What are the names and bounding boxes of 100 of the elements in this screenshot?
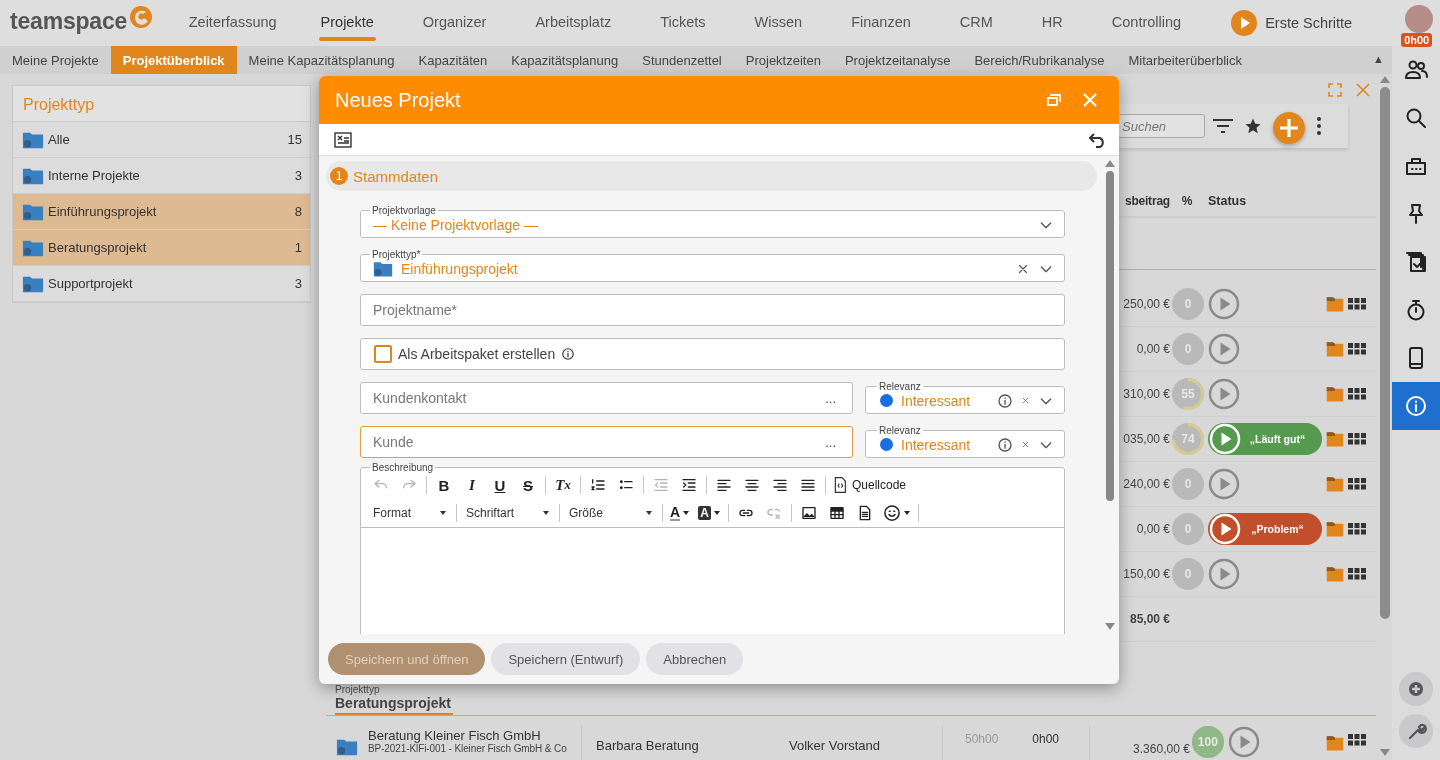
- list-item[interactable]: Einführungsprojekt 8: [13, 194, 310, 230]
- people-icon: [1404, 58, 1428, 82]
- add-circle-button[interactable]: [1399, 672, 1433, 706]
- grid-icon[interactable]: [1348, 388, 1366, 400]
- folder-icon[interactable]: [1326, 520, 1344, 538]
- tab[interactable]: Stundenzettel: [630, 46, 734, 74]
- font-dropdown[interactable]: Schriftart: [460, 501, 556, 524]
- source-code-button[interactable]: Quellcode: [829, 474, 911, 496]
- more-icon[interactable]: [1316, 116, 1322, 136]
- grid-icon[interactable]: [1348, 523, 1366, 535]
- table-cell-text: 0h00: [1032, 732, 1059, 748]
- strike-button[interactable]: S: [514, 474, 542, 496]
- grid-icon[interactable]: [1348, 298, 1366, 310]
- field-label: Beschreibung: [371, 462, 435, 473]
- undo-icon[interactable]: [1089, 131, 1107, 148]
- nav-link[interactable]: Wissen: [754, 2, 803, 44]
- list-item[interactable]: Supportprojekt 3: [13, 266, 310, 302]
- list-item[interactable]: Alle 15: [13, 122, 310, 158]
- nav-link[interactable]: CRM: [959, 2, 993, 44]
- item-label: Supportprojekt: [48, 276, 134, 291]
- project-name[interactable]: Beratung Kleiner Fisch GmbH: [368, 728, 567, 743]
- select-field[interactable]: Relevanz Interessant: [865, 381, 1065, 414]
- table-cell-text: Barbara Beratung: [595, 737, 700, 753]
- folder-icon[interactable]: [1326, 385, 1344, 403]
- info-icon[interactable]: [997, 392, 1013, 409]
- item-label: Alle: [48, 132, 71, 147]
- progress-ring: [1191, 726, 1224, 758]
- checkbox[interactable]: [374, 345, 392, 363]
- tab[interactable]: Projektzeiten: [733, 46, 833, 74]
- italic-button[interactable]: I: [458, 474, 486, 496]
- folder-icon[interactable]: [1326, 295, 1344, 313]
- select-field[interactable]: Projektvorlage — Keine Projektvorlage —: [360, 205, 1065, 238]
- select-field[interactable]: Projekttyp* Einführungsprojekt: [360, 249, 1065, 282]
- code-file-icon: [833, 477, 847, 493]
- tab[interactable]: Kapazitätsplanung: [499, 46, 631, 74]
- text-color-button[interactable]: A: [666, 501, 695, 524]
- checklist-icon[interactable]: [334, 131, 352, 148]
- grid-icon[interactable]: [1348, 734, 1366, 746]
- lookup-field[interactable]: Kundenkontakt ...: [360, 382, 853, 414]
- checkbox-label: Als Arbeitspaket erstellen: [398, 346, 556, 362]
- nav-link[interactable]: Projekte: [320, 2, 374, 44]
- grid-icon[interactable]: [1348, 343, 1366, 355]
- section-title: Stammdaten: [353, 167, 439, 185]
- nav-link[interactable]: Tickets: [660, 2, 706, 44]
- nav-link[interactable]: Arbeitsplatz: [535, 2, 612, 44]
- folder-icon[interactable]: [1326, 565, 1344, 583]
- more-button[interactable]: ...: [825, 390, 836, 406]
- column-header[interactable]: %: [1170, 194, 1204, 208]
- folder-icon[interactable]: [1326, 430, 1344, 448]
- nav-link[interactable]: Finanzen: [851, 2, 911, 44]
- tab[interactable]: Kapazitäten: [406, 46, 500, 74]
- collapse-button[interactable]: ▲: [1373, 46, 1384, 74]
- nav-link[interactable]: HR: [1041, 2, 1063, 44]
- nav-link[interactable]: Controlling: [1111, 2, 1182, 44]
- size-dropdown[interactable]: Größe: [563, 501, 659, 524]
- folder-icon[interactable]: [1326, 340, 1344, 358]
- dialog-button[interactable]: Speichern (Entwurf): [491, 643, 641, 675]
- status-button[interactable]: „Problem“: [1208, 513, 1322, 545]
- underline-button[interactable]: U: [486, 474, 514, 496]
- progress-ring: [1172, 288, 1204, 320]
- info-icon[interactable]: [561, 347, 576, 361]
- indent-icon: [681, 477, 697, 493]
- tab[interactable]: Bereich/Rubrikanalyse: [962, 46, 1117, 74]
- grid-icon[interactable]: [1348, 568, 1366, 580]
- clear-icon[interactable]: [1021, 440, 1030, 449]
- select-field[interactable]: Relevanz Interessant: [865, 425, 1065, 458]
- tab[interactable]: Mitarbeiterüberblick: [1116, 46, 1254, 74]
- grid-icon[interactable]: [1348, 433, 1366, 445]
- smiley-icon: [882, 503, 901, 522]
- tab[interactable]: Projektzeitanalyse: [832, 46, 963, 74]
- bold-button[interactable]: B: [430, 474, 458, 496]
- wrench-button[interactable]: [1399, 714, 1433, 748]
- list-item[interactable]: Beratungsprojekt 1: [13, 230, 310, 266]
- background-color-button[interactable]: A: [694, 501, 725, 524]
- more-button[interactable]: ...: [825, 434, 836, 450]
- amount-cell-text: 310,00 €: [1122, 387, 1170, 401]
- column-header[interactable]: Status: [1208, 194, 1326, 208]
- format-dropdown[interactable]: Format: [367, 501, 453, 524]
- progress-value: 100: [1197, 735, 1218, 749]
- table-cell-text: 50h00: [965, 732, 999, 748]
- lookup-field[interactable]: Kunde ...: [360, 426, 853, 458]
- add-button[interactable]: [1272, 111, 1306, 145]
- progress-ring: [1172, 468, 1204, 500]
- tab[interactable]: Meine Projekte: [0, 46, 111, 74]
- info-icon[interactable]: [997, 436, 1013, 453]
- grid-icon[interactable]: [1348, 478, 1366, 490]
- folder-icon[interactable]: [1326, 734, 1344, 752]
- filter-icon[interactable]: [1212, 117, 1234, 135]
- caret-icon: [712, 508, 721, 517]
- item-label: Beratungsprojekt: [48, 240, 148, 255]
- getting-started-link[interactable]: Erste Schritte: [1230, 9, 1353, 37]
- tab[interactable]: Meine Kapazitätsplanung: [236, 46, 407, 74]
- text-field[interactable]: Projektname*: [360, 294, 1065, 326]
- clear-icon[interactable]: [1021, 396, 1030, 405]
- star-icon[interactable]: [1244, 117, 1262, 135]
- nav-link[interactable]: Organizer: [422, 2, 487, 44]
- dialog-button[interactable]: Abbrechen: [646, 643, 744, 675]
- folder-icon[interactable]: [1326, 475, 1344, 493]
- select-value: Interessant: [901, 392, 972, 409]
- nav-link[interactable]: Zeiterfassung: [188, 2, 277, 44]
